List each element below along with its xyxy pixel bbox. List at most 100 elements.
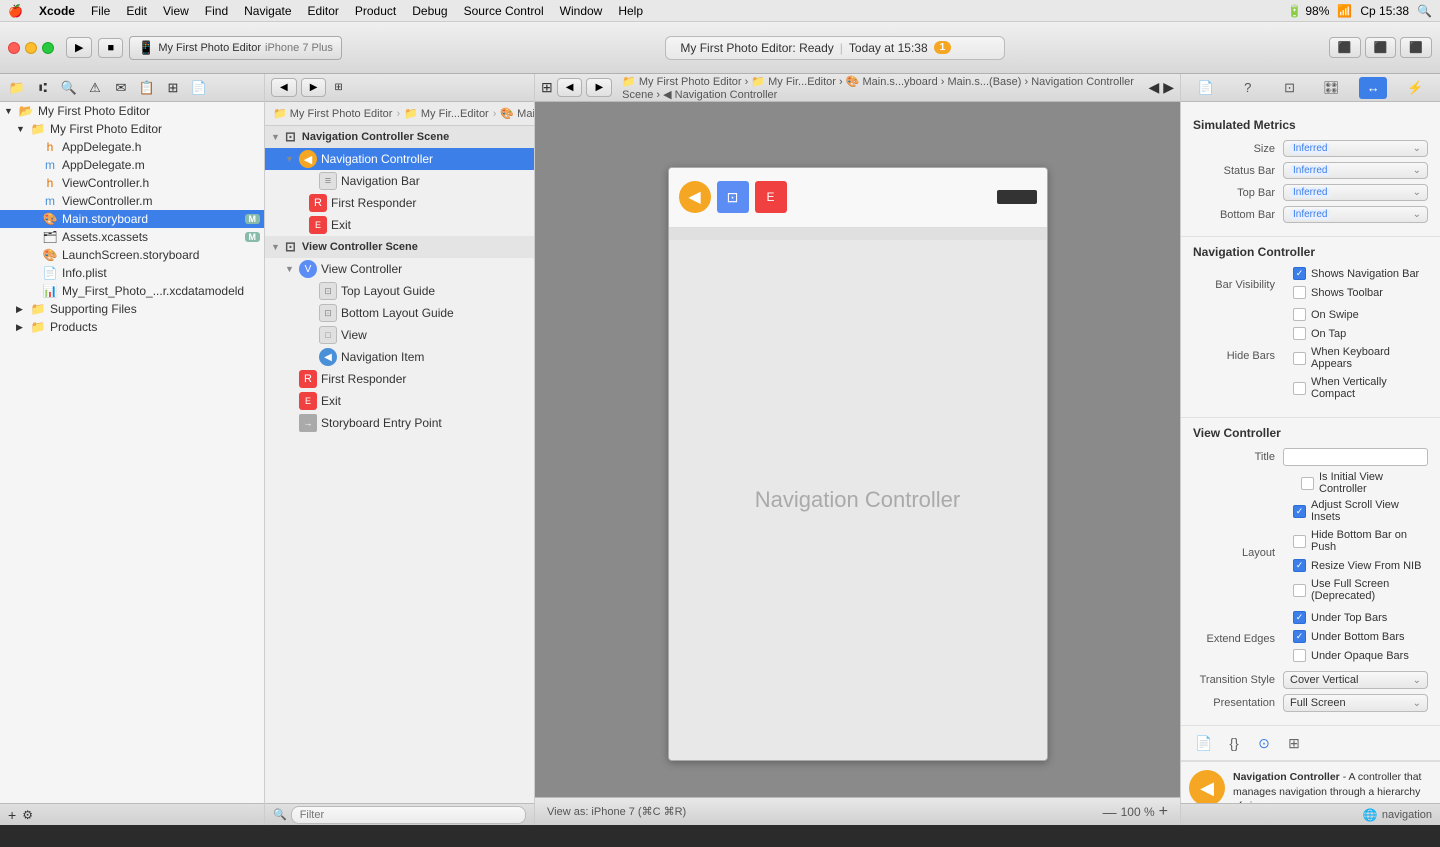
grid-icon-btn[interactable]: ⊞ (1283, 732, 1305, 754)
under-bottom-bars-checkbox[interactable]: ✓ (1293, 630, 1306, 643)
minimize-window-button[interactable] (25, 42, 37, 54)
products-item[interactable]: ▶ 📁 Products (0, 318, 264, 336)
file-item[interactable]: 📊 My_First_Photo_...r.xcdatamodeld (0, 282, 264, 300)
view-scene-header[interactable]: ▼ ⊡ View Controller Scene (265, 236, 534, 258)
breakpoint-nav-icon[interactable]: ⊞ (162, 77, 184, 99)
size-control[interactable]: Inferred ⌄ (1283, 140, 1428, 157)
navigation-controller-item[interactable]: ▼ ◀ Navigation Controller (265, 148, 534, 170)
shows-nav-bar-checkbox[interactable]: ✓ (1293, 267, 1306, 280)
menu-edit[interactable]: Edit (126, 4, 147, 18)
status-bar-control[interactable]: Inferred ⌄ (1283, 162, 1428, 179)
title-input[interactable] (1283, 448, 1428, 466)
presentation-control[interactable]: Full Screen ⌄ (1283, 694, 1428, 712)
canvas-back-button[interactable]: ◀ (557, 78, 583, 97)
navigation-bar-item[interactable]: ≡ Navigation Bar (265, 170, 534, 192)
main-storyboard-item[interactable]: 🎨 Main.storyboard M (0, 210, 264, 228)
size-inspector-tab[interactable]: ↔ (1359, 77, 1387, 99)
file-item[interactable]: m ViewController.m (0, 192, 264, 210)
test-nav-icon[interactable]: ✉ (110, 77, 132, 99)
run-button[interactable]: ▶ (66, 37, 92, 58)
grid-icon[interactable]: ⊞ (334, 82, 342, 93)
exit-item-1[interactable]: E Exit (265, 214, 534, 236)
navigation-item-item[interactable]: ◀ Navigation Item (265, 346, 534, 368)
right-status-icon-1[interactable]: 🌐 (1363, 808, 1378, 822)
breadcrumb-3[interactable]: 🎨 Main.s...yboard (500, 107, 534, 120)
grid-view-icon[interactable]: ⊞ (541, 79, 553, 96)
breadcrumb-1[interactable]: 📁 My First Photo Editor (273, 107, 392, 120)
filter-search-icon[interactable]: 🔍 (273, 808, 287, 821)
log-nav-icon[interactable]: 📄 (188, 77, 210, 99)
group-item[interactable]: ▼ 📁 My First Photo Editor (0, 120, 264, 138)
filter-icon[interactable]: ⚙ (22, 808, 33, 822)
brace-icon-btn[interactable]: {} (1223, 732, 1245, 754)
menu-help[interactable]: Help (618, 4, 643, 18)
filter-input[interactable] (291, 806, 526, 824)
stop-button[interactable]: ■ (98, 38, 123, 58)
search-icon[interactable]: 🔍 (1417, 4, 1432, 18)
transition-control[interactable]: Cover Vertical ⌄ (1283, 671, 1428, 689)
forward-button[interactable]: ▶ (301, 78, 327, 97)
supporting-files-item[interactable]: ▶ 📁 Supporting Files (0, 300, 264, 318)
debug-nav-icon[interactable]: 📋 (136, 77, 158, 99)
is-initial-checkbox[interactable] (1301, 477, 1314, 490)
circle-icon-btn[interactable]: ⊙ (1253, 732, 1275, 754)
when-keyboard-checkbox[interactable] (1293, 352, 1306, 365)
file-nav-icon[interactable]: 📁 (6, 77, 28, 99)
back-button[interactable]: ◀ (271, 78, 297, 97)
adjust-scroll-checkbox[interactable]: ✓ (1293, 505, 1306, 518)
title-control[interactable] (1283, 448, 1428, 466)
menu-window[interactable]: Window (560, 4, 603, 18)
use-full-screen-checkbox[interactable] (1293, 584, 1306, 597)
first-responder-item-1[interactable]: R First Responder (265, 192, 534, 214)
hide-bottom-bar-checkbox[interactable] (1293, 535, 1306, 548)
view-controller-item[interactable]: ▼ V View Controller (265, 258, 534, 280)
bottom-bar-control[interactable]: Inferred ⌄ (1283, 206, 1428, 223)
zoom-plus-button[interactable]: + (1159, 803, 1168, 821)
file-icon-btn[interactable]: 📄 (1193, 732, 1215, 754)
menu-xcode[interactable]: Xcode (39, 4, 75, 18)
left-panel-toggle[interactable]: ⬛ (1329, 37, 1361, 58)
menu-debug[interactable]: Debug (412, 4, 447, 18)
first-responder-item-2[interactable]: R First Responder (265, 368, 534, 390)
apple-menu[interactable]: 🍎 (8, 4, 23, 18)
file-item[interactable]: 📄 Info.plist (0, 264, 264, 282)
storyboard-canvas[interactable]: ⊞ ◀ ▶ 📁 My First Photo Editor › 📁 My Fir… (535, 74, 1180, 825)
canvas-icon-1[interactable]: ◀ (1148, 79, 1159, 96)
quick-help-tab[interactable]: ? (1234, 77, 1262, 99)
top-layout-guide-item[interactable]: ⊡ Top Layout Guide (265, 280, 534, 302)
menu-navigate[interactable]: Navigate (244, 4, 291, 18)
when-vertically-compact-checkbox[interactable] (1293, 382, 1306, 395)
identity-inspector-tab[interactable]: ⊡ (1276, 77, 1304, 99)
on-tap-checkbox[interactable] (1293, 327, 1306, 340)
file-item[interactable]: h AppDelegate.h (0, 138, 264, 156)
zoom-minus-button[interactable]: — (1103, 804, 1117, 820)
project-root-item[interactable]: ▼ 📂 My First Photo Editor (0, 102, 264, 120)
git-nav-icon[interactable]: ⑆ (32, 77, 54, 99)
file-item[interactable]: 🎨 LaunchScreen.storyboard (0, 246, 264, 264)
canvas-icon-2[interactable]: ▶ (1163, 79, 1174, 96)
menu-product[interactable]: Product (355, 4, 396, 18)
on-swipe-checkbox[interactable] (1293, 308, 1306, 321)
scheme-selector[interactable]: 📱 My First Photo Editor iPhone 7 Plus (129, 36, 342, 60)
canvas-forward-button[interactable]: ▶ (586, 78, 612, 97)
file-inspector-tab[interactable]: 📄 (1192, 77, 1220, 99)
resize-view-checkbox[interactable]: ✓ (1293, 559, 1306, 572)
nav-scene-header[interactable]: ▼ ⊡ Navigation Controller Scene (265, 126, 534, 148)
view-as-device[interactable]: View as: iPhone 7 (⌘C ⌘R) (547, 805, 686, 818)
search-nav-icon[interactable]: ⚠ (84, 77, 106, 99)
top-bar-control[interactable]: Inferred ⌄ (1283, 184, 1428, 201)
bottom-layout-guide-item[interactable]: ⊡ Bottom Layout Guide (265, 302, 534, 324)
menu-source-control[interactable]: Source Control (464, 4, 544, 18)
add-icon[interactable]: + (8, 807, 16, 823)
menu-view[interactable]: View (163, 4, 189, 18)
exit-item-2[interactable]: E Exit (265, 390, 534, 412)
debug-panel-toggle[interactable]: ⬛ (1365, 37, 1397, 58)
maximize-window-button[interactable] (42, 42, 54, 54)
shows-toolbar-checkbox[interactable] (1293, 286, 1306, 299)
under-opaque-bars-checkbox[interactable] (1293, 649, 1306, 662)
file-item[interactable]: m AppDelegate.m (0, 156, 264, 174)
file-item[interactable]: 🗂 Assets.xcassets M (0, 228, 264, 246)
close-window-button[interactable] (8, 42, 20, 54)
symbol-nav-icon[interactable]: 🔍 (58, 77, 80, 99)
menu-editor[interactable]: Editor (308, 4, 339, 18)
